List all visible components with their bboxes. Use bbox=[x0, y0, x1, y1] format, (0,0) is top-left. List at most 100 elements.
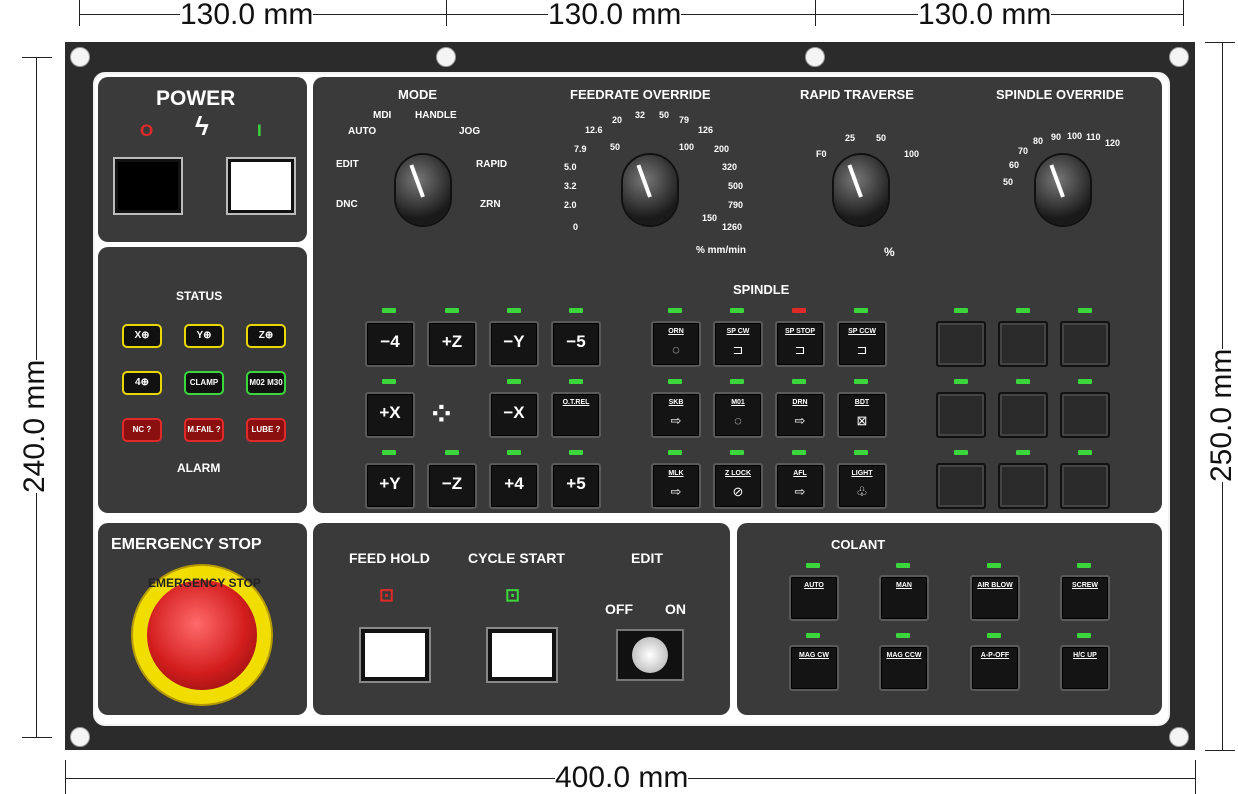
key-minus-z[interactable]: −Z bbox=[427, 463, 477, 509]
edit-off-label: OFF bbox=[605, 601, 633, 617]
alarm-title: ALARM bbox=[177, 461, 221, 475]
dim-top-3: 130.0 mm bbox=[918, 0, 1052, 31]
key-orn[interactable]: ORN ◌ bbox=[651, 321, 701, 367]
key-bdt[interactable]: BDT ⊠ bbox=[837, 392, 887, 438]
mount-hole bbox=[70, 727, 90, 747]
blank-key[interactable] bbox=[998, 321, 1048, 367]
led bbox=[382, 450, 396, 455]
cycle-start-button[interactable] bbox=[488, 629, 556, 681]
status-y: Y⊕ bbox=[184, 324, 224, 348]
led bbox=[1078, 450, 1092, 455]
key-minus-5[interactable]: −5 bbox=[551, 321, 601, 367]
mount-hole bbox=[1169, 47, 1189, 67]
mode-selector-knob[interactable] bbox=[396, 155, 450, 225]
blank-key[interactable] bbox=[1060, 321, 1110, 367]
feedrate-title: FEEDRATE OVERRIDE bbox=[570, 87, 711, 102]
spindle-tick-label: 60 bbox=[1009, 160, 1020, 170]
led bbox=[730, 379, 744, 384]
led bbox=[1077, 563, 1091, 568]
key-sp-cw[interactable]: SP CW ⊐ bbox=[713, 321, 763, 367]
edit-key-switch[interactable] bbox=[616, 629, 684, 681]
mode-handle: HANDLE bbox=[415, 110, 457, 121]
feed-tick-label: 126 bbox=[698, 125, 714, 135]
emergency-stop-button[interactable]: EMERGENCY STOP bbox=[133, 566, 271, 704]
feed-tick-label: 320 bbox=[722, 162, 738, 172]
coolant-section: COLANT AUTO MAN AIR BLOW SCREW MAG CW MA… bbox=[737, 523, 1162, 715]
rapid-tick-label: 25 bbox=[845, 133, 856, 143]
led bbox=[569, 450, 583, 455]
key-light[interactable]: LIGHT ♧ bbox=[837, 463, 887, 509]
key-minus-y[interactable]: −Y bbox=[489, 321, 539, 367]
led bbox=[896, 563, 910, 568]
key-sp-ccw[interactable]: SP CCW ⊐ bbox=[837, 321, 887, 367]
status-x: X⊕ bbox=[122, 324, 162, 348]
key-screw[interactable]: SCREW bbox=[1060, 575, 1110, 621]
key-afl[interactable]: AFL ⇨ bbox=[775, 463, 825, 509]
key-cylinder bbox=[632, 637, 668, 673]
status-clamp: CLAMP bbox=[184, 371, 224, 395]
mode-jog: JOG bbox=[459, 126, 481, 137]
dim-tick bbox=[22, 57, 52, 58]
rapid-knob[interactable] bbox=[834, 155, 888, 225]
status-m02-m30: M02 M30 bbox=[246, 371, 286, 395]
key-coolant-man[interactable]: MAN bbox=[879, 575, 929, 621]
feed-tick-label: 3.2 bbox=[564, 181, 577, 191]
emergency-section: EMERGENCY STOP EMERGENCY STOP bbox=[98, 523, 307, 715]
feed-tick-label: 79 bbox=[679, 115, 690, 125]
spindle-override-knob[interactable] bbox=[1036, 155, 1090, 225]
key-coolant-auto[interactable]: AUTO bbox=[789, 575, 839, 621]
led bbox=[792, 450, 806, 455]
feed-tick-label: 1260 bbox=[722, 222, 743, 232]
key-plus-5[interactable]: +5 bbox=[551, 463, 601, 509]
dim-top-1: 130.0 mm bbox=[180, 0, 314, 31]
mode-edit: EDIT bbox=[336, 159, 359, 170]
blank-key[interactable] bbox=[998, 392, 1048, 438]
key-sp-stop[interactable]: SP STOP ⊐ bbox=[775, 321, 825, 367]
key-mag-cw[interactable]: MAG CW bbox=[789, 645, 839, 691]
blank-key[interactable] bbox=[998, 463, 1048, 509]
blank-key[interactable] bbox=[1060, 463, 1110, 509]
rapid-unit: % bbox=[884, 245, 895, 259]
key-mag-ccw[interactable]: MAG CCW bbox=[879, 645, 929, 691]
key-a-p-off[interactable]: A-P-OFF bbox=[970, 645, 1020, 691]
status-z: Z⊕ bbox=[246, 324, 286, 348]
key-m01[interactable]: M01 ◌ bbox=[713, 392, 763, 438]
key-plus-4[interactable]: +4 bbox=[489, 463, 539, 509]
main-control-section: MODE AUTO MDI HANDLE JOG EDIT RAPID DNC … bbox=[313, 77, 1162, 513]
dim-tick bbox=[22, 737, 52, 738]
feed-tick-label: 0 bbox=[573, 222, 579, 232]
feedrate-knob[interactable] bbox=[623, 155, 677, 225]
key-air-blow[interactable]: AIR BLOW bbox=[970, 575, 1020, 621]
dim-tick bbox=[446, 0, 447, 26]
blank-key[interactable] bbox=[936, 463, 986, 509]
power-off-button[interactable] bbox=[115, 159, 181, 213]
led bbox=[668, 450, 682, 455]
feed-tick-label: 2.0 bbox=[564, 200, 577, 210]
mode-dnc: DNC bbox=[336, 199, 358, 210]
blank-key[interactable] bbox=[936, 321, 986, 367]
dim-tick bbox=[1205, 750, 1235, 751]
key-plus-x[interactable]: +X bbox=[365, 392, 415, 438]
key-mlk[interactable]: MLK ⇨ bbox=[651, 463, 701, 509]
key-skb[interactable]: SKB ⇨ bbox=[651, 392, 701, 438]
key-minus-x[interactable]: −X bbox=[489, 392, 539, 438]
key-plus-z[interactable]: +Z bbox=[427, 321, 477, 367]
led-red bbox=[792, 308, 806, 313]
edit-on-label: ON bbox=[665, 601, 686, 617]
led bbox=[806, 633, 820, 638]
key-z-lock[interactable]: Z LOCK ⊘ bbox=[713, 463, 763, 509]
feed-hold-button[interactable] bbox=[361, 629, 429, 681]
led bbox=[445, 450, 459, 455]
power-on-button[interactable] bbox=[228, 159, 294, 213]
key-hc-up[interactable]: H/C UP bbox=[1060, 645, 1110, 691]
feed-tick-label: 5.0 bbox=[564, 162, 577, 172]
key-drn[interactable]: DRN ⇨ bbox=[775, 392, 825, 438]
key-plus-y[interactable]: +Y bbox=[365, 463, 415, 509]
key-minus-4[interactable]: −4 bbox=[365, 321, 415, 367]
key-ot-release[interactable]: O.T.REL bbox=[551, 392, 601, 438]
blank-key[interactable] bbox=[936, 392, 986, 438]
mount-hole bbox=[436, 47, 456, 67]
led bbox=[507, 450, 521, 455]
blank-key[interactable] bbox=[1060, 392, 1110, 438]
mode-rapid: RAPID bbox=[476, 159, 508, 170]
